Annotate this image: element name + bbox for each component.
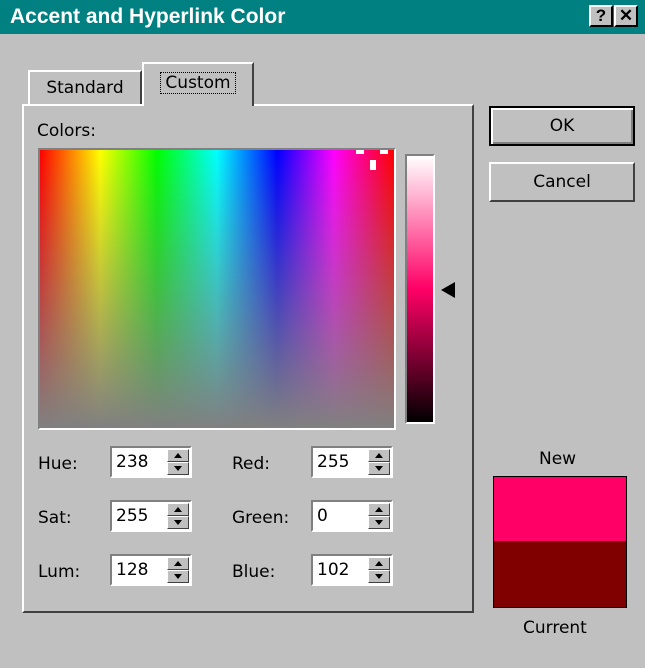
spin-up-icon[interactable] bbox=[368, 503, 390, 516]
cancel-button[interactable]: Cancel bbox=[489, 162, 635, 202]
spin-down-icon[interactable] bbox=[167, 516, 189, 529]
hue-field[interactable]: 238 bbox=[110, 446, 192, 478]
crosshair-icon[interactable] bbox=[370, 160, 376, 170]
green-spinner[interactable] bbox=[368, 503, 390, 529]
spin-up-icon[interactable] bbox=[167, 449, 189, 462]
spin-down-icon[interactable] bbox=[368, 462, 390, 475]
tab-custom-label: Custom bbox=[160, 72, 236, 94]
green-label: Green: bbox=[232, 508, 290, 528]
spin-up-icon[interactable] bbox=[368, 557, 390, 570]
tab-standard[interactable]: Standard bbox=[28, 70, 142, 106]
sat-label: Sat: bbox=[38, 508, 72, 528]
color-spectrum-frame bbox=[38, 148, 396, 430]
hue-spinner[interactable] bbox=[167, 449, 189, 475]
spin-down-icon[interactable] bbox=[368, 516, 390, 529]
lum-value: 128 bbox=[116, 560, 149, 580]
close-button[interactable]: ✕ bbox=[614, 5, 638, 27]
crosshair-icon bbox=[380, 150, 388, 154]
close-icon: ✕ bbox=[618, 6, 634, 25]
red-spinner[interactable] bbox=[368, 449, 390, 475]
green-value: 0 bbox=[317, 506, 328, 526]
red-label: Red: bbox=[232, 454, 271, 474]
green-field[interactable]: 0 bbox=[311, 500, 393, 532]
lum-label: Lum: bbox=[38, 562, 81, 582]
sat-spinner[interactable] bbox=[167, 503, 189, 529]
spin-up-icon[interactable] bbox=[167, 557, 189, 570]
blue-spinner[interactable] bbox=[368, 557, 390, 583]
sat-field[interactable]: 255 bbox=[110, 500, 192, 532]
colors-label: Colors: bbox=[37, 121, 96, 141]
current-label: Current bbox=[523, 618, 587, 638]
spin-down-icon[interactable] bbox=[167, 462, 189, 475]
window-title: Accent and Hyperlink Color bbox=[10, 5, 286, 28]
lum-field[interactable]: 128 bbox=[110, 554, 192, 586]
spin-down-icon[interactable] bbox=[368, 570, 390, 583]
hue-value: 238 bbox=[116, 452, 149, 472]
cancel-button-label: Cancel bbox=[533, 172, 591, 192]
help-icon: ? bbox=[595, 6, 607, 25]
sat-value: 255 bbox=[116, 506, 149, 526]
current-color-swatch bbox=[494, 541, 626, 607]
luminance-arrow-icon[interactable] bbox=[441, 282, 455, 298]
color-spectrum[interactable] bbox=[40, 150, 394, 428]
blue-value: 102 bbox=[317, 560, 350, 580]
new-color-swatch bbox=[494, 477, 626, 541]
selected-tab-joint bbox=[146, 104, 250, 107]
red-value: 255 bbox=[317, 452, 350, 472]
luminance-bar-frame bbox=[405, 154, 435, 424]
hue-label: Hue: bbox=[38, 454, 78, 474]
spin-up-icon[interactable] bbox=[167, 503, 189, 516]
new-label: New bbox=[539, 449, 577, 469]
spin-up-icon[interactable] bbox=[368, 449, 390, 462]
lum-spinner[interactable] bbox=[167, 557, 189, 583]
color-preview bbox=[493, 476, 627, 608]
title-bar[interactable]: Accent and Hyperlink Color ? ✕ bbox=[0, 0, 645, 34]
luminance-bar[interactable] bbox=[407, 156, 433, 422]
help-button[interactable]: ? bbox=[589, 5, 613, 27]
ok-button-label: OK bbox=[549, 116, 575, 136]
blue-field[interactable]: 102 bbox=[311, 554, 393, 586]
ok-button[interactable]: OK bbox=[489, 106, 635, 146]
blue-label: Blue: bbox=[232, 562, 276, 582]
crosshair-icon bbox=[356, 150, 364, 154]
tab-custom[interactable]: Custom bbox=[142, 62, 254, 106]
spin-down-icon[interactable] bbox=[167, 570, 189, 583]
tab-standard-label: Standard bbox=[46, 78, 124, 98]
red-field[interactable]: 255 bbox=[311, 446, 393, 478]
